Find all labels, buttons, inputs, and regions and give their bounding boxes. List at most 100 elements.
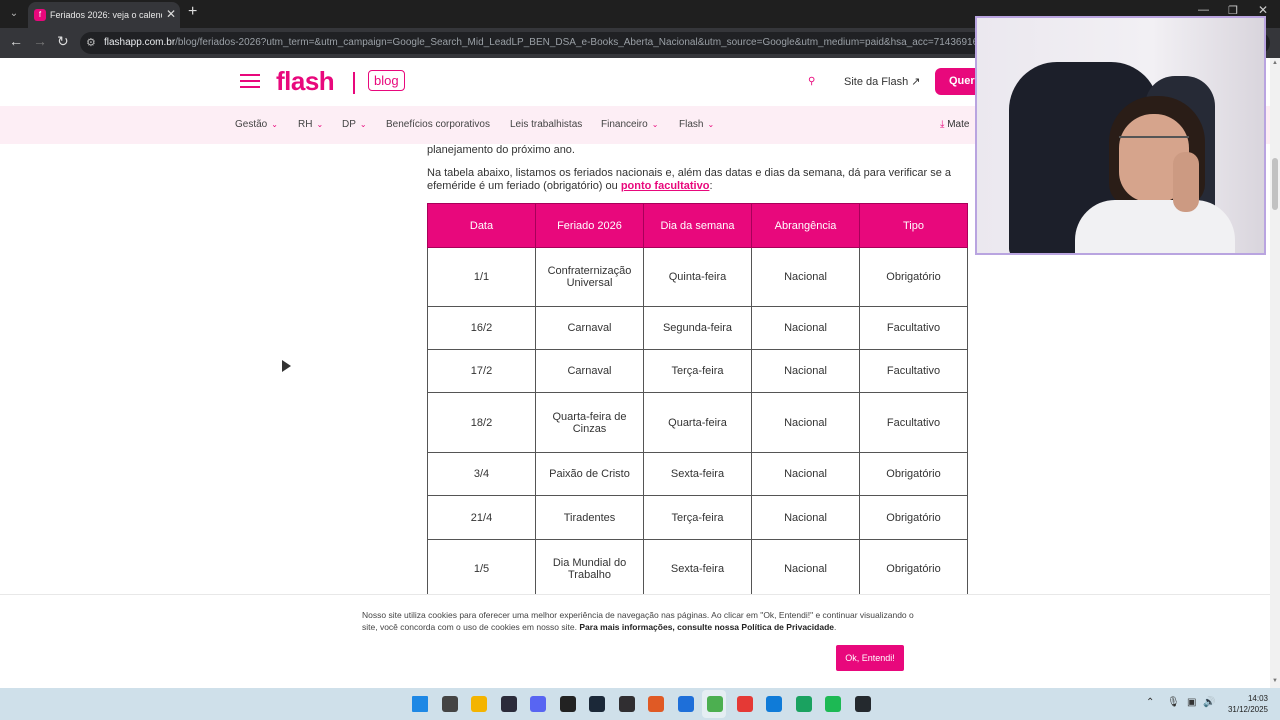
- search-icon[interactable]: ⚲: [808, 76, 815, 87]
- table-cell: Nacional: [751, 306, 860, 350]
- site-info-icon[interactable]: ⚙: [86, 36, 96, 49]
- nav-item-rh[interactable]: RH ⌄: [298, 119, 323, 130]
- tab-close-icon[interactable]: ✕: [166, 7, 176, 21]
- logo-divider: [353, 72, 355, 94]
- nav-item-gestao[interactable]: Gestão ⌄: [235, 119, 278, 130]
- table-cell: Nacional: [751, 392, 860, 453]
- privacy-policy-link[interactable]: Para mais informações, consulte nossa Po…: [579, 622, 834, 632]
- table-cell: Segunda-feira: [643, 306, 752, 350]
- reload-button[interactable]: ↻: [57, 33, 69, 50]
- spotify-icon[interactable]: [825, 696, 841, 712]
- table-cell: Carnaval: [535, 306, 644, 350]
- epic-games-icon[interactable]: [559, 696, 576, 712]
- app-icon[interactable]: [677, 696, 694, 712]
- app2-icon[interactable]: [795, 696, 812, 712]
- table-row: 1/1 Confraternização Universal Quinta-fe…: [427, 247, 968, 307]
- person-body: [1075, 200, 1235, 253]
- flash-favicon-icon: f: [34, 9, 46, 21]
- tray-overflow-icon[interactable]: ⌃: [1146, 697, 1154, 708]
- table-cell: Nacional: [751, 452, 860, 496]
- table-cell: 1/5: [427, 539, 536, 599]
- nav-item-label: Leis trabalhistas: [510, 119, 583, 130]
- tab-search-icon[interactable]: ⌄: [6, 6, 22, 22]
- github-icon[interactable]: [854, 696, 871, 712]
- holidays-table: Data Feriado 2026 Dia da semana Abrangên…: [427, 203, 968, 599]
- table-cell: Tiradentes: [535, 495, 644, 540]
- paragraph-text: :: [709, 180, 713, 192]
- new-tab-button[interactable]: +: [188, 3, 197, 21]
- table-cell: Paixão de Cristo: [535, 452, 644, 496]
- nav-item-financeiro[interactable]: Financeiro ⌄: [601, 119, 658, 130]
- table-cell: Nacional: [751, 539, 860, 599]
- browser-tab[interactable]: f Feriados 2026: veja o calendário ✕: [28, 2, 180, 28]
- cookie-banner: Nosso site utiliza cookies para oferecer…: [0, 594, 1270, 688]
- flash-logo[interactable]: flash: [276, 66, 335, 97]
- page-scrollbar[interactable]: ▲ ▼: [1270, 58, 1280, 688]
- chevron-down-icon: ⌄: [271, 120, 278, 129]
- table-cell: 1/1: [427, 247, 536, 307]
- window-minimize-button[interactable]: —: [1198, 4, 1209, 16]
- materials-download-link[interactable]: ⤓ Mate: [940, 119, 969, 130]
- brave-icon[interactable]: [648, 696, 664, 712]
- download-icon: ⤓: [940, 119, 945, 130]
- scrollbar-thumb[interactable]: [1272, 158, 1278, 210]
- nav-item-label: Gestão: [235, 119, 268, 130]
- scroll-up-icon[interactable]: ▲: [1272, 60, 1278, 66]
- table-row: 18/2 Quarta-feira de Cinzas Quarta-feira…: [427, 392, 968, 453]
- steam-icon[interactable]: [589, 696, 605, 712]
- table-cell: Terça-feira: [643, 495, 752, 540]
- file-explorer-icon[interactable]: [471, 696, 487, 712]
- column-header: Feriado 2026: [535, 203, 644, 248]
- article-paragraph: Na tabela abaixo, listamos os feriados n…: [427, 167, 967, 193]
- obs-icon[interactable]: [618, 696, 635, 712]
- back-button[interactable]: ←: [9, 33, 23, 49]
- table-cell: Nacional: [751, 247, 860, 307]
- table-row: 21/4 Tiradentes Terça-feira Nacional Obr…: [427, 495, 968, 540]
- microphone-icon[interactable]: 🎙: [1167, 697, 1180, 708]
- terminal-icon[interactable]: [500, 696, 517, 712]
- hamburger-menu-icon[interactable]: [240, 74, 260, 88]
- cookie-text: Nosso site utiliza cookies para oferecer…: [362, 609, 922, 633]
- chevron-down-icon: ⌄: [316, 120, 324, 129]
- nav-item-label: Financeiro: [601, 119, 648, 130]
- chevron-down-icon: ⌄: [359, 120, 367, 129]
- ponto-facultativo-link[interactable]: ponto facultativo: [621, 180, 710, 192]
- table-row: 3/4 Paixão de Cristo Sexta-feira Naciona…: [427, 452, 968, 496]
- table-cell: Obrigatório: [859, 452, 968, 496]
- nav-item-beneficios[interactable]: Benefícios corporativos: [386, 119, 490, 130]
- blog-logo-tag[interactable]: blog: [368, 70, 405, 91]
- chrome-icon[interactable]: [707, 696, 723, 712]
- nav-item-flash[interactable]: Flash ⌄: [679, 119, 714, 130]
- cookie-message-end: .: [834, 622, 837, 632]
- opera-icon[interactable]: [736, 696, 753, 712]
- task-view-icon[interactable]: [441, 696, 458, 712]
- nav-item-dp[interactable]: DP ⌄: [342, 119, 367, 130]
- article-paragraph: planejamento do próximo ano.: [427, 144, 575, 156]
- nav-item-label: Flash: [679, 119, 704, 130]
- chevron-down-icon: ⌄: [707, 120, 715, 129]
- network-icon[interactable]: ▣: [1187, 697, 1196, 708]
- window-close-button[interactable]: ✕: [1258, 3, 1268, 17]
- person-glasses: [1119, 136, 1189, 150]
- scroll-down-icon[interactable]: ▼: [1272, 678, 1278, 684]
- nav-item-label: RH: [298, 119, 313, 130]
- webcam-overlay: [975, 16, 1266, 255]
- nav-item-label: DP: [342, 119, 356, 130]
- forward-button[interactable]: →: [33, 33, 47, 49]
- chevron-down-icon: ⌄: [651, 120, 659, 129]
- volume-icon[interactable]: 🔊: [1203, 697, 1215, 708]
- cookie-accept-button[interactable]: Ok, Entendi!: [836, 645, 904, 671]
- table-cell: Facultativo: [859, 306, 968, 350]
- nav-item-leis[interactable]: Leis trabalhistas: [510, 119, 582, 130]
- column-header: Dia da semana: [643, 203, 752, 248]
- discord-icon[interactable]: [530, 696, 546, 712]
- system-clock[interactable]: 14:03 31/12/2025: [1222, 693, 1268, 715]
- url-host: flashapp.com.br: [104, 37, 176, 48]
- edge-icon[interactable]: [766, 696, 782, 712]
- site-da-flash-link[interactable]: Site da Flash ↗: [844, 75, 920, 88]
- table-cell: Carnaval: [535, 349, 644, 393]
- table-cell: 3/4: [427, 452, 536, 496]
- table-cell: Sexta-feira: [643, 539, 752, 599]
- nav-item-label: Benefícios corporativos: [386, 119, 490, 130]
- windows-start-icon[interactable]: [412, 696, 428, 712]
